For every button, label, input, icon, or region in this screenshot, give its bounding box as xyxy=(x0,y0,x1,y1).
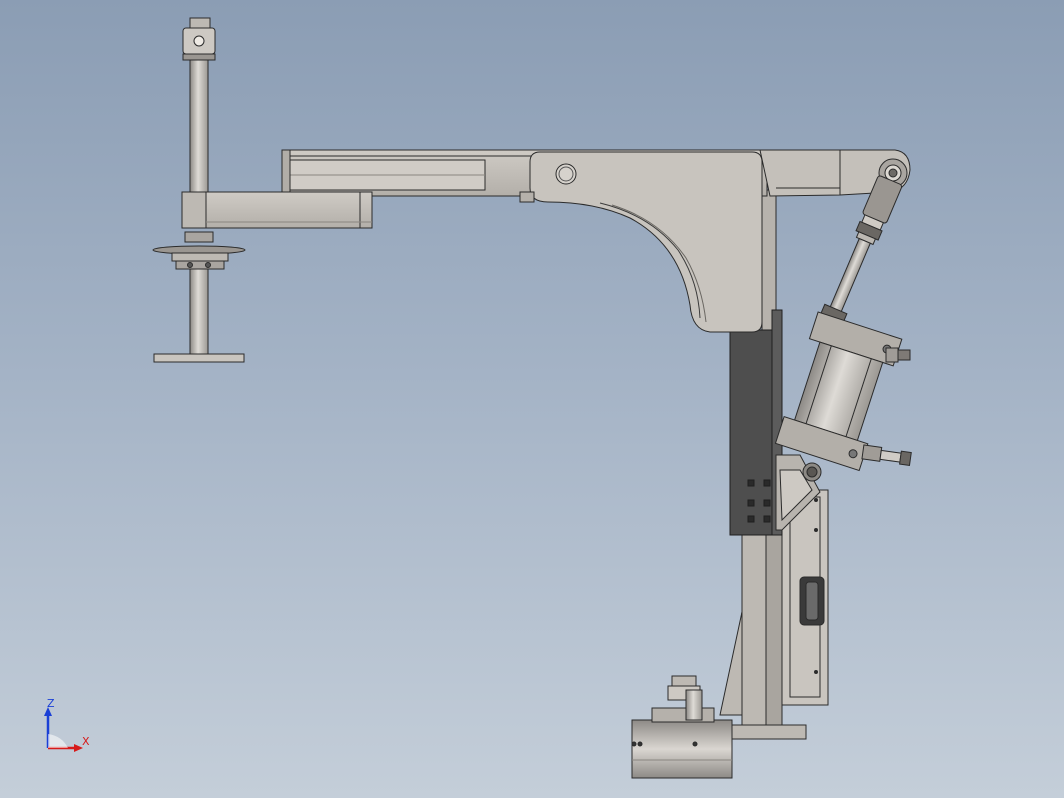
triad-plane-indicator xyxy=(48,734,68,748)
pneumatic-cylinder xyxy=(774,311,903,472)
left-vertical-shaft xyxy=(153,17,245,363)
arm-gusset-plate xyxy=(519,151,763,333)
pneumatic-lift-arm-model[interactable] xyxy=(0,0,1064,798)
x-axis-label: X xyxy=(82,735,90,748)
shaft-flange xyxy=(152,245,246,270)
orientation-triad: Z X xyxy=(38,697,98,754)
column-bracket xyxy=(729,309,783,536)
z-axis-label: Z xyxy=(47,698,55,710)
cad-viewport[interactable]: Z X xyxy=(0,0,1064,798)
left-arm-extension xyxy=(181,191,373,229)
